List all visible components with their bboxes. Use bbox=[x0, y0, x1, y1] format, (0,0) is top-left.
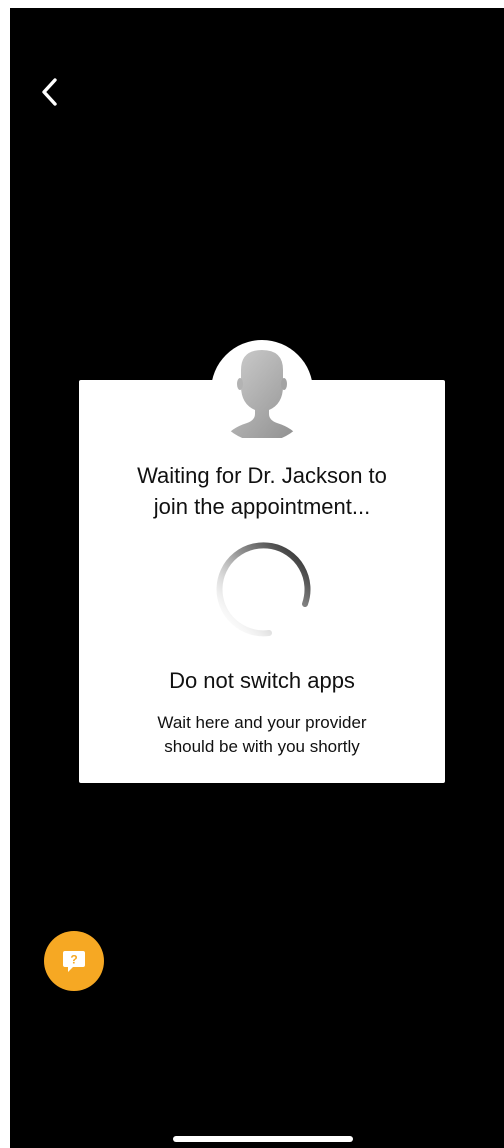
loading-spinner-icon bbox=[216, 542, 311, 637]
provider-message: Wait here and your provider should be wi… bbox=[79, 711, 445, 759]
chevron-left-icon bbox=[42, 78, 57, 106]
app-screen: Waiting for Dr. Jackson to join the appo… bbox=[10, 8, 504, 1148]
waiting-title-line-1: Waiting for Dr. Jackson to bbox=[137, 463, 387, 488]
help-question-glyph: ? bbox=[70, 953, 77, 967]
do-not-switch-heading: Do not switch apps bbox=[169, 668, 355, 693]
back-button[interactable] bbox=[34, 72, 66, 112]
provider-avatar bbox=[211, 340, 313, 442]
home-indicator[interactable] bbox=[173, 1136, 353, 1142]
help-button[interactable]: ? bbox=[44, 931, 104, 991]
provider-message-line-2: should be with you shortly bbox=[164, 737, 360, 756]
question-chat-bubble-icon: ? bbox=[63, 951, 85, 972]
person-silhouette-icon bbox=[225, 350, 299, 438]
provider-message-line-1: Wait here and your provider bbox=[157, 713, 367, 732]
waiting-title-line-2: join the appointment... bbox=[153, 494, 371, 519]
waiting-title: Waiting for Dr. Jackson to join the appo… bbox=[79, 460, 445, 522]
